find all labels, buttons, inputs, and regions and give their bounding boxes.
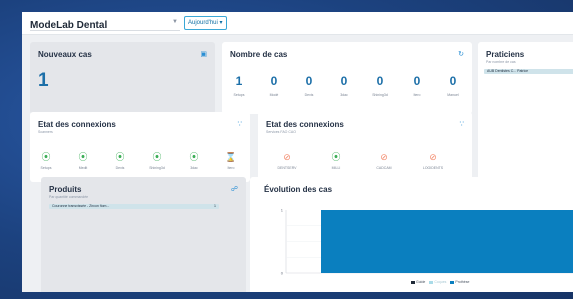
top-bar: ModeLab Dental ▼ Aujourd'hui ▾ bbox=[22, 12, 573, 35]
blocked-icon: ⊘ bbox=[283, 152, 291, 162]
service-status-item: ⊘ CADCAM bbox=[371, 152, 397, 170]
laboratory-name: ModeLab Dental bbox=[30, 20, 108, 31]
check-circle-icon: ⦿ bbox=[331, 152, 341, 162]
scanner-status-item: ⦿ Dexis bbox=[107, 152, 133, 170]
practitioner-name: AUB Dentistes C... Patrice bbox=[487, 69, 529, 73]
expand-icon[interactable]: ▣ bbox=[200, 50, 207, 58]
new-cases-title: Nouveaux cas bbox=[38, 50, 92, 59]
chevron-down-icon: ▼ bbox=[172, 19, 178, 25]
case-count-item: 0 3dac bbox=[340, 74, 348, 97]
cases-evolution-chart: 10 bbox=[281, 208, 573, 276]
blocked-icon: ⊘ bbox=[429, 152, 437, 162]
cart-icon[interactable]: ☍ bbox=[231, 185, 238, 193]
service-status-item: ⊘ DENTSERV bbox=[274, 152, 300, 170]
product-row[interactable]: Couronne transvissée - Zircon fiom... 1 bbox=[49, 204, 219, 209]
scanner-status-item: ⦿ 3dac bbox=[181, 152, 207, 170]
check-circle-icon: ⦿ bbox=[78, 152, 88, 162]
laboratory-select[interactable]: ModeLab Dental ▼ bbox=[30, 15, 180, 31]
legend-coques: Coques bbox=[434, 280, 447, 284]
case-count-card: Nombre de cas ↻ 1 Setups 0 Modè 0 Devis 0 3d… bbox=[222, 42, 472, 114]
legend-swatch-coques bbox=[429, 280, 434, 284]
case-count-item: 0 Modè bbox=[269, 74, 279, 97]
bar-prothèse[interactable] bbox=[321, 210, 573, 273]
scanner-status-item: ⦿ Medit bbox=[70, 152, 96, 170]
practitioners-title: Praticiens bbox=[486, 50, 525, 59]
case-count-item: 0 Shining3d bbox=[372, 74, 388, 97]
scanner-connections-card: Etat des connexions Scanners ∵ ⦿ Setups ⦿… bbox=[30, 112, 250, 182]
legend-prothese: Prothèse bbox=[455, 280, 470, 284]
case-count-item: 0 Manuel bbox=[447, 74, 459, 97]
legend-swatch-prothese bbox=[450, 280, 455, 284]
case-count-item: 0 Itero bbox=[413, 74, 421, 97]
refresh-icon[interactable]: ↻ bbox=[458, 50, 464, 58]
practitioners-card: Praticiens Par nombre de cas AUB Dentist… bbox=[478, 42, 573, 182]
product-name: Couronne transvissée - Zircon fiom... bbox=[52, 204, 110, 208]
practitioner-row[interactable]: AUB Dentistes C... Patrice bbox=[484, 69, 573, 74]
rss-icon[interactable]: ∵ bbox=[238, 120, 242, 128]
scanner-status-item: ⌛ Itero bbox=[218, 152, 244, 170]
products-card: Produits Par quantité commandée ☍ Couron… bbox=[41, 177, 246, 292]
products-subtitle: Par quantité commandée bbox=[49, 195, 89, 199]
y-tick-label: 0 bbox=[281, 271, 284, 276]
products-title: Produits bbox=[49, 185, 82, 194]
check-circle-icon: ⦿ bbox=[41, 152, 51, 162]
product-quantity: 1 bbox=[214, 204, 216, 208]
scanner-status-item: ⦿ Setups bbox=[33, 152, 59, 170]
practitioners-subtitle: Par nombre de cas bbox=[486, 60, 516, 64]
scanner-connections-title: Etat des connexions bbox=[38, 120, 116, 129]
case-count-title: Nombre de cas bbox=[230, 50, 288, 59]
new-cases-value: 1 bbox=[38, 70, 49, 91]
case-count-item: 0 Devis bbox=[304, 74, 314, 97]
chart-legend: Guide Coques Prothèse bbox=[408, 280, 469, 284]
y-tick-label: 1 bbox=[281, 208, 284, 213]
app-window: ModeLab Dental ▼ Aujourd'hui ▾ Nouveaux … bbox=[22, 12, 573, 292]
service-connections-card: Etat des connexions Services FAO CAO ∵ ⊘… bbox=[258, 112, 472, 182]
service-connections-subtitle: Services FAO CAO bbox=[266, 130, 296, 134]
legend-guide: Guide bbox=[416, 280, 426, 284]
scanner-connections-subtitle: Scanners bbox=[38, 130, 53, 134]
scanner-status-item: ⦿ Shining3d bbox=[144, 152, 170, 170]
check-circle-icon: ⦿ bbox=[152, 152, 162, 162]
service-status-item: ⊘ LOGIDENTS bbox=[420, 152, 446, 170]
rss-icon[interactable]: ∵ bbox=[460, 120, 464, 128]
legend-swatch-guide bbox=[411, 280, 415, 284]
cases-evolution-card: Évolution des cas 10 Guide Coques Prothè… bbox=[250, 177, 573, 292]
service-connections-title: Etat des connexions bbox=[266, 120, 344, 129]
period-select[interactable]: Aujourd'hui ▾ bbox=[184, 16, 227, 30]
new-cases-card: Nouveaux cas ▣ 1 bbox=[30, 42, 215, 114]
case-count-item: 1 Setups bbox=[233, 74, 245, 97]
check-circle-icon: ⦿ bbox=[189, 152, 199, 162]
check-circle-icon: ⦿ bbox=[115, 152, 125, 162]
hourglass-icon: ⌛ bbox=[225, 152, 237, 162]
blocked-icon: ⊘ bbox=[380, 152, 388, 162]
service-status-item: ⦿ MILLI bbox=[323, 152, 349, 170]
